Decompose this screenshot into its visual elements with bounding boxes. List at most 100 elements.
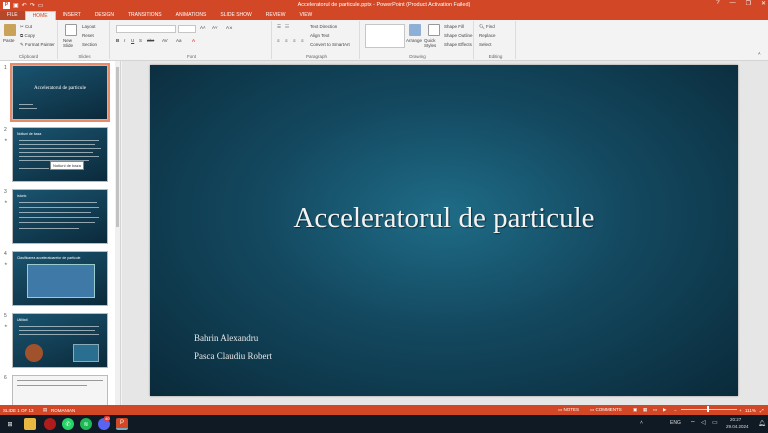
notification-bell-icon[interactable]: 🔔︎	[758, 420, 766, 427]
strikethrough-icon[interactable]: abc	[147, 38, 154, 43]
normal-view-icon[interactable]: ▣	[633, 407, 637, 413]
italic-icon[interactable]: I	[124, 38, 125, 43]
copy-button[interactable]: ⧉ Copy	[20, 33, 35, 38]
shape-fill-button[interactable]: Shape Fill	[444, 24, 464, 29]
collapse-ribbon-icon[interactable]: ˄	[758, 51, 761, 56]
shadow-icon[interactable]: S	[139, 38, 142, 43]
cut-button[interactable]: ✂ Cut	[20, 24, 32, 30]
scrollbar-thumb[interactable]	[116, 67, 119, 227]
tab-review[interactable]: REVIEW	[259, 11, 293, 20]
shape-effects-button[interactable]: Shape Effects	[444, 42, 472, 47]
character-spacing-icon[interactable]: AV	[162, 38, 168, 43]
justify-icon[interactable]: ≡	[301, 38, 304, 43]
reset-button[interactable]: Reset	[82, 33, 94, 38]
slideshow-view-icon[interactable]: ▶	[663, 407, 666, 413]
text-direction-button[interactable]: Text Direction	[310, 24, 337, 29]
tray-overflow-icon[interactable]: ˄	[640, 420, 643, 426]
font-color-icon[interactable]: A	[192, 38, 195, 43]
shape-outline-button[interactable]: Shape Outline	[444, 33, 473, 38]
bullets-icon[interactable]: ☰	[277, 24, 281, 30]
current-slide[interactable]: Acceleratorul de particule Bahrin Alexan…	[150, 65, 738, 396]
zoom-slider[interactable]	[681, 406, 737, 412]
thumbnail-slide[interactable]: Istoric	[12, 189, 108, 244]
replace-button[interactable]: Replace	[479, 33, 496, 38]
wifi-icon[interactable]: ⌔	[690, 419, 696, 427]
battery-icon[interactable]: ▭	[712, 419, 718, 426]
animation-star-icon: ★	[4, 137, 8, 142]
convert-smartart-button[interactable]: Convert to SmartArt	[310, 42, 350, 47]
powerpoint-taskbar-icon[interactable]: P	[116, 418, 128, 430]
arrange-button[interactable]: Arrange	[406, 38, 422, 43]
arrange-icon[interactable]	[409, 24, 421, 36]
browser-icon[interactable]	[44, 418, 56, 430]
format-painter-button[interactable]: ✎ Format Painter	[20, 42, 55, 48]
slide-author-1[interactable]: Bahrin Alexandru	[194, 333, 258, 343]
section-button[interactable]: Section	[82, 42, 97, 47]
thumbnail-slide[interactable]	[12, 375, 108, 405]
zoom-out-icon[interactable]: −	[674, 408, 677, 413]
select-button[interactable]: Select	[479, 42, 492, 47]
align-text-button[interactable]: Align Text	[310, 33, 329, 38]
slide-sorter-icon[interactable]: ▦	[643, 407, 647, 413]
thumbnail-slide[interactable]: Acceleratorul de particule	[10, 63, 110, 122]
language-tray[interactable]: ENG	[670, 420, 681, 426]
spotify-icon[interactable]: ≋	[80, 418, 92, 430]
comments-button[interactable]: ▭ COMMENTS	[590, 407, 622, 413]
quick-styles-icon[interactable]	[428, 24, 440, 36]
layout-button[interactable]: Layout	[82, 24, 96, 29]
whatsapp-icon[interactable]: ✆	[62, 418, 74, 430]
find-button[interactable]: 🔍︎ Find	[479, 24, 495, 30]
shapes-gallery[interactable]	[365, 24, 405, 48]
thumbnail-slide[interactable]: Clasificarea acceleratoarelor de particu…	[12, 251, 108, 306]
fit-slide-icon[interactable]: ⤢	[760, 408, 764, 413]
reading-view-icon[interactable]: ▭	[653, 407, 657, 413]
new-slide-icon[interactable]	[65, 24, 77, 36]
new-slide-button[interactable]: New Slide	[63, 38, 81, 48]
tab-animations[interactable]: ANIMATIONS	[169, 11, 214, 20]
tab-design[interactable]: DESIGN	[88, 11, 121, 20]
tab-home[interactable]: HOME	[24, 11, 56, 20]
zoom-in-icon[interactable]: +	[739, 408, 742, 413]
shrink-font-icon[interactable]: A˅	[212, 25, 218, 30]
zoom-slider-thumb[interactable]	[707, 406, 709, 412]
font-name-box[interactable]	[116, 25, 176, 33]
font-label: Font	[186, 54, 196, 59]
align-right-icon[interactable]: ≡	[293, 38, 296, 43]
clock-time[interactable]: 20:27	[730, 417, 741, 422]
clock-date[interactable]: 29.04.2024	[726, 424, 749, 429]
thumbnail-slide[interactable]: Utilitati	[12, 313, 108, 368]
slide-title[interactable]: Acceleratorul de particule	[150, 202, 738, 235]
start-icon[interactable]: ⊞	[4, 418, 16, 430]
quick-styles-button[interactable]: Quick Styles	[424, 38, 442, 48]
grow-font-icon[interactable]: A˄	[200, 25, 206, 30]
minimize-button[interactable]: —	[730, 0, 736, 7]
close-button[interactable]: ✕	[761, 0, 766, 7]
help-button[interactable]: ?	[716, 0, 719, 7]
slide-author-2[interactable]: Pasca Claudiu Robert	[194, 351, 272, 361]
bold-icon[interactable]: B	[116, 38, 119, 43]
tab-slide-show[interactable]: SLIDE SHOW	[213, 11, 258, 20]
clipboard-group: Paste ✂ Cut ⧉ Copy ✎ Format Painter Clip…	[0, 21, 58, 59]
tab-transitions[interactable]: TRANSITIONS	[121, 11, 169, 20]
thumbnail-scrollbar[interactable]	[115, 61, 120, 405]
align-left-icon[interactable]: ≡	[277, 38, 280, 43]
tab-view[interactable]: VIEW	[293, 11, 320, 20]
paste-icon[interactable]	[4, 24, 16, 36]
language-indicator[interactable]: ROMANIAN	[51, 408, 75, 413]
file-explorer-icon[interactable]	[24, 418, 36, 430]
spelling-icon[interactable]: ▤	[43, 407, 47, 413]
zoom-level[interactable]: 111%	[745, 408, 756, 413]
clear-format-icon[interactable]: A⨯	[226, 25, 233, 31]
tab-file[interactable]: FILE	[0, 11, 25, 20]
tab-insert[interactable]: INSERT	[56, 11, 88, 20]
paste-button[interactable]: Paste	[3, 38, 15, 43]
volume-icon[interactable]: ◁	[701, 419, 706, 426]
thumbnail-slide[interactable]: Notiuni de baza	[12, 127, 108, 182]
align-center-icon[interactable]: ≡	[285, 38, 288, 43]
numbering-icon[interactable]: ☷	[285, 24, 289, 30]
change-case-icon[interactable]: Aa	[176, 38, 182, 43]
notes-button[interactable]: ▭ NOTES	[558, 407, 579, 413]
underline-icon[interactable]: U	[131, 38, 134, 43]
font-size-box[interactable]	[178, 25, 196, 33]
restore-button[interactable]: ❐	[746, 0, 751, 7]
